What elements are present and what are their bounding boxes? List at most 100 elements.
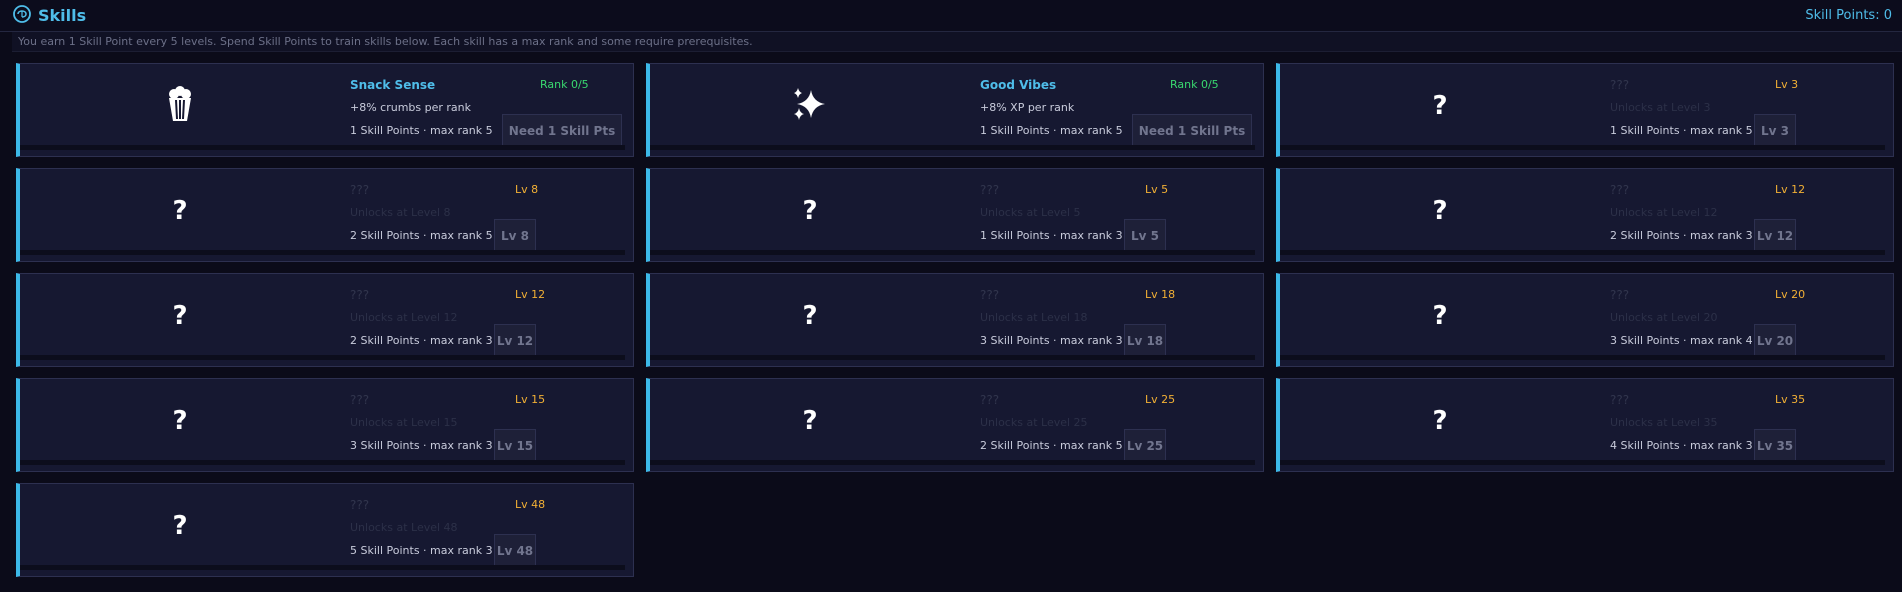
skill-level-badge: Lv 18 <box>1145 288 1176 301</box>
skill-icon-area: ? <box>20 274 340 358</box>
train-button[interactable]: Lv 25 <box>1124 429 1166 463</box>
skill-card-locked: ? ??? Unlocks at Level 20 3 Skill Points… <box>1276 273 1894 367</box>
skill-info: ??? Unlocks at Level 12 2 Skill Points ·… <box>350 284 625 358</box>
page-title: Skills <box>38 6 87 25</box>
question-icon: ? <box>1432 406 1448 436</box>
skill-name: ??? <box>980 288 1000 302</box>
skill-name: ??? <box>980 393 1000 407</box>
skill-card-locked: ? ??? Unlocks at Level 35 4 Skill Points… <box>1276 378 1894 472</box>
question-icon: ? <box>1432 91 1448 121</box>
skill-cost: 2 Skill Points · max rank 3 <box>1610 229 1753 242</box>
skill-progress-track <box>20 145 625 150</box>
skill-card-locked: ? ??? Unlocks at Level 18 3 Skill Points… <box>646 273 1264 367</box>
skill-progress-track <box>1280 355 1885 360</box>
skill-card-locked: ? ??? Unlocks at Level 8 2 Skill Points … <box>16 168 634 262</box>
train-button[interactable]: Lv 15 <box>494 429 536 463</box>
skill-level-badge: Lv 12 <box>1775 183 1806 196</box>
skill-info: ??? Unlocks at Level 35 4 Skill Points ·… <box>1610 389 1885 463</box>
train-button[interactable]: Lv 20 <box>1754 324 1796 358</box>
skill-unlock-requirement: Unlocks at Level 3 <box>1610 101 1711 114</box>
skill-cost: 2 Skill Points · max rank 5 <box>980 439 1123 452</box>
train-button[interactable]: Need 1 Skill Pts <box>502 114 622 148</box>
train-button[interactable]: Need 1 Skill Pts <box>1132 114 1252 148</box>
skill-progress-track <box>20 565 625 570</box>
skill-progress-track <box>20 250 625 255</box>
skill-info: ??? Unlocks at Level 18 3 Skill Points ·… <box>980 284 1255 358</box>
skill-icon-area: ? <box>20 379 340 463</box>
skill-name: ??? <box>1610 288 1630 302</box>
skill-description: +8% XP per rank <box>980 101 1075 114</box>
skill-name: ??? <box>350 288 370 302</box>
skill-level-badge: Lv 48 <box>515 498 546 511</box>
skill-icon-area <box>650 64 970 148</box>
train-button[interactable]: Lv 8 <box>494 219 536 253</box>
skills-header: Skills Skill Points: 0 <box>0 0 1902 32</box>
skill-cost: 3 Skill Points · max rank 3 <box>980 334 1123 347</box>
skill-icon-area: ? <box>1280 64 1600 148</box>
skill-name: ??? <box>350 183 370 197</box>
skill-info: ??? Unlocks at Level 25 2 Skill Points ·… <box>980 389 1255 463</box>
train-button[interactable]: Lv 12 <box>494 324 536 358</box>
train-button[interactable]: Lv 18 <box>1124 324 1166 358</box>
skill-progress-track <box>1280 145 1885 150</box>
skill-card-locked: ? ??? Unlocks at Level 5 1 Skill Points … <box>646 168 1264 262</box>
train-button[interactable]: Lv 5 <box>1124 219 1166 253</box>
skill-cost: 4 Skill Points · max rank 3 <box>1610 439 1753 452</box>
question-icon: ? <box>1432 196 1448 226</box>
question-icon: ? <box>802 301 818 331</box>
skill-level-badge: Lv 5 <box>1145 183 1169 196</box>
skill-level-badge: Lv 3 <box>1775 78 1799 91</box>
skill-icon-area: ? <box>650 169 970 253</box>
skill-level-badge: Lv 25 <box>1145 393 1176 406</box>
skill-info: ??? Unlocks at Level 3 1 Skill Points · … <box>1610 74 1885 148</box>
skill-unlock-requirement: Unlocks at Level 25 <box>980 416 1088 429</box>
skill-progress-track <box>20 460 625 465</box>
skill-progress-track <box>650 355 1255 360</box>
skill-card-good-vibes: Good Vibes +8% XP per rank 1 Skill Point… <box>646 63 1264 157</box>
skill-icon-area: ? <box>20 169 340 253</box>
skill-progress-track <box>1280 250 1885 255</box>
question-icon: ? <box>172 511 188 541</box>
skill-card-locked: ? ??? Unlocks at Level 25 2 Skill Points… <box>646 378 1264 472</box>
question-icon: ? <box>172 406 188 436</box>
skill-card-locked: ? ??? Unlocks at Level 12 2 Skill Points… <box>16 273 634 367</box>
skill-unlock-requirement: Unlocks at Level 8 <box>350 206 451 219</box>
skill-unlock-requirement: Unlocks at Level 18 <box>980 311 1088 324</box>
skill-info: Good Vibes +8% XP per rank 1 Skill Point… <box>980 74 1255 148</box>
skills-info-text: You earn 1 Skill Point every 5 levels. S… <box>12 32 1902 52</box>
skill-cost: 1 Skill Points · max rank 5 <box>980 124 1123 137</box>
train-button[interactable]: Lv 48 <box>494 534 536 568</box>
skill-progress-track <box>1280 460 1885 465</box>
skill-points-counter: Skill Points: 0 <box>1805 8 1892 23</box>
skill-icon-area <box>20 64 340 148</box>
skill-card-locked: ? ??? Unlocks at Level 12 2 Skill Points… <box>1276 168 1894 262</box>
skill-cost: 1 Skill Points · max rank 3 <box>980 229 1123 242</box>
skill-rank-badge: Rank 0/5 <box>1170 78 1219 91</box>
question-icon: ? <box>172 301 188 331</box>
skill-name: Snack Sense <box>350 78 436 92</box>
skill-unlock-requirement: Unlocks at Level 15 <box>350 416 458 429</box>
skill-cost: 1 Skill Points · max rank 5 <box>1610 124 1753 137</box>
skill-cost: 1 Skill Points · max rank 5 <box>350 124 493 137</box>
skill-card-locked: ? ??? Unlocks at Level 15 3 Skill Points… <box>16 378 634 472</box>
train-button[interactable]: Lv 3 <box>1754 114 1796 148</box>
skill-cost: 2 Skill Points · max rank 3 <box>350 334 493 347</box>
train-button[interactable]: Lv 12 <box>1754 219 1796 253</box>
skill-unlock-requirement: Unlocks at Level 20 <box>1610 311 1718 324</box>
skills-grid: Snack Sense +8% crumbs per rank 1 Skill … <box>16 63 1894 577</box>
train-button[interactable]: Lv 35 <box>1754 429 1796 463</box>
question-icon: ? <box>172 196 188 226</box>
skill-unlock-requirement: Unlocks at Level 5 <box>980 206 1081 219</box>
skill-level-badge: Lv 20 <box>1775 288 1806 301</box>
skill-name: ??? <box>350 498 370 512</box>
skill-icon-area: ? <box>1280 274 1600 358</box>
brain-icon <box>12 4 32 28</box>
skill-level-badge: Lv 8 <box>515 183 539 196</box>
skill-progress-track <box>650 250 1255 255</box>
sparkles-icon <box>791 86 829 126</box>
skill-unlock-requirement: Unlocks at Level 48 <box>350 521 458 534</box>
skill-info: ??? Unlocks at Level 8 2 Skill Points · … <box>350 179 625 253</box>
question-icon: ? <box>802 406 818 436</box>
skill-level-badge: Lv 15 <box>515 393 546 406</box>
skill-cost: 3 Skill Points · max rank 4 <box>1610 334 1753 347</box>
